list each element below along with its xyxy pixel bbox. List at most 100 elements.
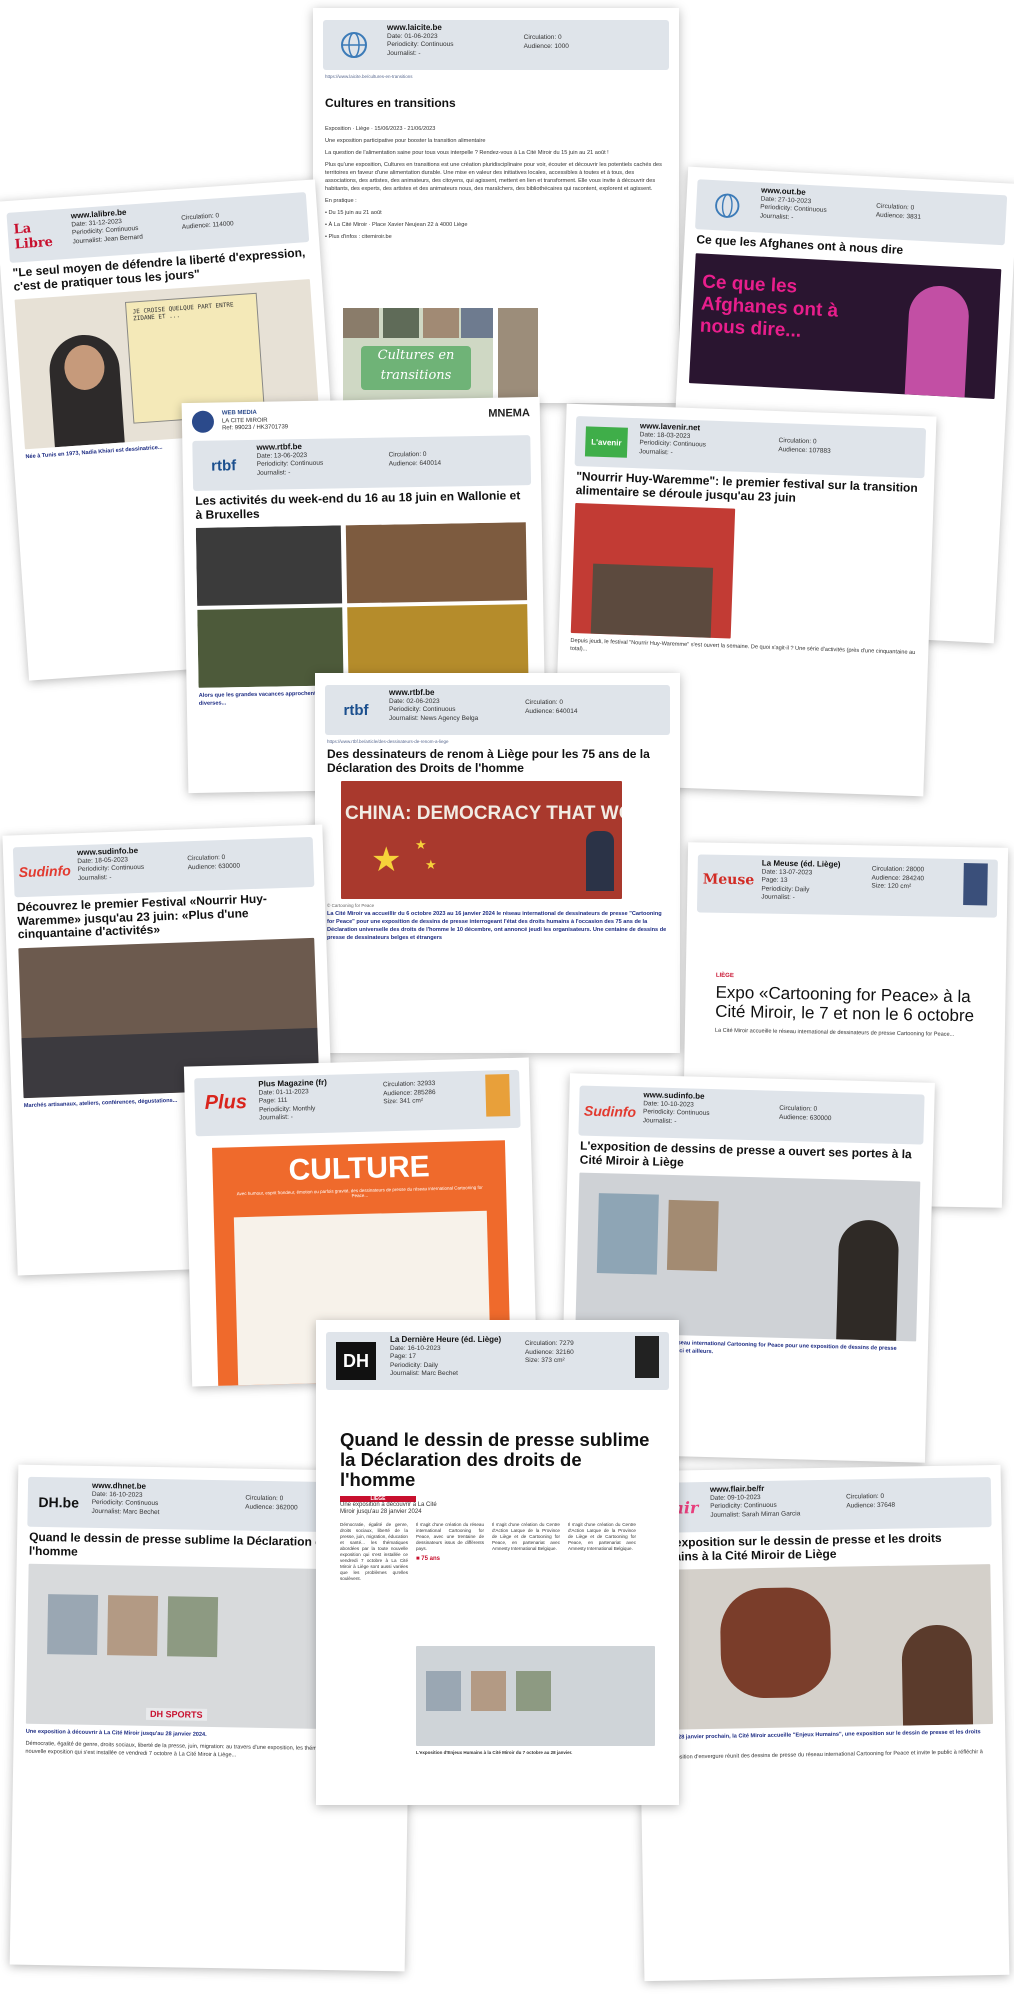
wall-text: CHINA: DEMOCRACY THAT WORKS — [345, 803, 622, 824]
clipping-circulation: Circulation: 28000 — [871, 865, 925, 874]
clipping-stats: Circulation: 0 Audience: 107883 — [778, 437, 831, 456]
lavenir-logo: L'avenir — [584, 426, 628, 458]
clipping-circulation: Circulation: 0 — [245, 1494, 284, 1503]
clipping-body: La Cité Miroir accueille le réseau inter… — [715, 1027, 975, 1040]
agency-bar: WEB MEDIA LA CITE MIROIR Ref: 99023 / HK… — [191, 403, 530, 437]
mural-photo: CHINA: DEMOCRACY THAT WORKS ★ ★ ★ — [341, 781, 622, 899]
clipping-stats: Circulation: 0 Audience: 3831 — [876, 203, 922, 222]
years-highlight: ■ 75 ans — [416, 1556, 440, 1562]
article-columns: Démocratie, égalité de genre, droits soc… — [340, 1522, 655, 1642]
clipping-circulation: Circulation: 0 — [525, 699, 564, 706]
clipping-meta: www.sudinfo.be Date: 18-05-2023 Periodic… — [77, 846, 145, 883]
article-column-3: Il s'agit d'une création du Centre d'Act… — [492, 1522, 560, 1551]
clipping-body: Depuis jeudi, le festival "Nourrir Huy-W… — [570, 637, 916, 665]
clipping-header: rtbf www.rtbf.be Date: 13-06-2023 Period… — [192, 435, 532, 491]
body-line: La Cité Miroir accueille le réseau inter… — [714, 1027, 955, 1038]
press-review-collage: { "card1": { "site": "www.laicite.be", "… — [0, 0, 1014, 1996]
client-ref: Ref: 99023 / HK3701739 — [222, 424, 289, 432]
article-column-2: Il s'agit d'une création du réseau inter… — [416, 1522, 484, 1551]
article-column-4: Il s'agit d'une création du Centre d'Act… — [568, 1522, 636, 1551]
clipping-stats: Circulation: 0 Audience: 1000 — [524, 34, 569, 51]
globe-icon — [329, 26, 379, 64]
clipping-meta: La Meuse (éd. Liège) Date: 13-07-2023 Pa… — [761, 859, 840, 904]
clipping-stats: Circulation: 0 Audience: 362000 — [245, 1495, 298, 1513]
clipping-journalist: Journalist: - — [259, 1113, 293, 1122]
clipping-meta: www.laicite.be Date: 01-06-2023 Periodic… — [387, 23, 454, 58]
globe-icon — [701, 185, 753, 226]
clipping-size: Size: 120 cm² — [871, 882, 912, 891]
lalibre-logo: La Libre — [13, 221, 54, 253]
body-line: En pratique : — [325, 197, 357, 204]
body-line: • Du 15 juin au 21 août — [325, 209, 382, 216]
sudinfo-logo: Sudinfo — [18, 862, 72, 881]
exhibition-photo — [575, 1172, 921, 1342]
clipping-size: Size: 341 cm² — [383, 1097, 424, 1106]
clipping-header: Plus Plus Magazine (fr) Date: 01-11-2023… — [194, 1069, 521, 1137]
clipping-audience: Audience: 1000 — [523, 42, 569, 50]
clipping-header: Sudinfo www.sudinfo.be Date: 10-10-2023 … — [578, 1085, 925, 1145]
clipping-journalist: Journalist: - — [387, 49, 421, 57]
photo-caption: L'exposition d'Enjeux Humains à la Cité … — [416, 1750, 573, 1755]
article-column-1: Démocratie, égalité de genre, droits soc… — [340, 1522, 408, 1581]
body-line: Plus qu'une exposition, Cultures en tran… — [325, 161, 662, 192]
clipping-title: L'exposition de dessins de presse a ouve… — [579, 1138, 912, 1169]
clipping-journalist: Journalist: - — [761, 893, 795, 902]
clipping-title: Des dessinateurs de renom à Liège pour l… — [327, 747, 650, 775]
clipping-meta: www.flair.be/fr Date: 09-10-2023 Periodi… — [710, 1484, 801, 1520]
clipping-date: Date: 01-06-2023 — [387, 32, 438, 40]
clipping-date: Date: 16-10-2023 — [390, 1344, 441, 1352]
clipping-audience: Audience: 640014 — [388, 459, 442, 468]
kicker-row: LIÈGE Une exposition à découvrir à La Ci… — [340, 1496, 655, 1518]
clipping-audience: Audience: 362000 — [245, 1503, 298, 1511]
clipping-audience: Audience: 630000 — [778, 1113, 832, 1122]
body-lead: Jusqu'au 28 janvier prochain, la Cité Mi… — [652, 1729, 981, 1749]
clipping-rtbf-dessinateurs: rtbf www.rtbf.be Date: 02-06-2023 Period… — [315, 673, 680, 1053]
dh-logo: DH — [336, 1342, 376, 1380]
clipping-circulation: Circulation: 0 — [523, 34, 562, 41]
clipping-audience: Audience: 107883 — [778, 445, 831, 455]
poster-collage-right — [498, 308, 538, 403]
poster-title: Cultures en transitions — [361, 346, 471, 390]
source-site: La Dernière Heure (éd. Liège) — [390, 1335, 502, 1344]
clipping-stats: Circulation: 0 Audience: 640014 — [389, 451, 442, 469]
clipping-audience: Audience: 32160 — [524, 1348, 574, 1356]
clipping-flair: Flair www.flair.be/fr Date: 09-10-2023 P… — [635, 1464, 1010, 1982]
rtbf-logo: rtbf — [343, 701, 369, 719]
clipping-stats: Circulation: 28000 Audience: 284240 Size… — [871, 865, 924, 891]
clipping-meta: www.rtbf.be Date: 02-06-2023 Periodicity… — [389, 688, 479, 723]
source-site: Plus Magazine (fr) — [258, 1077, 327, 1089]
clipping-journalist: Journalist: Marc Bechet — [91, 1507, 160, 1516]
clipping-header: Meuse La Meuse (éd. Liège) Date: 13-07-2… — [696, 854, 998, 918]
clipping-journalist: Journalist: Sarah Mirran Garcia — [710, 1509, 801, 1519]
page-thumbnail — [485, 1074, 511, 1117]
poster-text: Ce que les Afghanes ont à nous dire... — [699, 271, 839, 342]
clipping-body: La Cité Miroir va accueillir du 6 octobr… — [327, 910, 668, 942]
mnema-brand: MNEMA — [488, 407, 530, 420]
clipping-periodicity: Periodicity: Daily — [390, 1361, 439, 1369]
clipping-periodicity: Periodicity: Continuous — [256, 459, 324, 468]
dh-logo: DH.be — [38, 1493, 80, 1511]
clipping-meta: Plus Magazine (fr) Date: 01-11-2023 Page… — [258, 1077, 328, 1123]
sculpture-photo — [649, 1564, 994, 1730]
clipping-stats: Circulation: 0 Audience: 630000 — [187, 853, 240, 872]
photo-caption: © Cartooning for Peace — [327, 903, 375, 908]
clipping-title: Une exposition sur le dessin de presse e… — [648, 1530, 942, 1564]
article-standfirst: Une exposition à découvrir à La Cité Mir… — [340, 1502, 437, 1515]
clipping-stats: Circulation: 0 Audience: 114000 — [181, 211, 234, 232]
clipping-meta: www.rtbf.be Date: 13-06-2023 Periodicity… — [256, 442, 324, 478]
clipping-header: Flair www.flair.be/fr Date: 09-10-2023 P… — [645, 1477, 992, 1534]
poster-collage: Cultures en transitions — [343, 308, 493, 403]
clipping-header: www.laicite.be Date: 01-06-2023 Periodic… — [323, 20, 669, 70]
clipping-page: Page: 17 — [390, 1353, 417, 1360]
clipping-url: https://www.rtbf.be/article/des-dessinat… — [327, 739, 449, 744]
exhibition-photo — [416, 1646, 655, 1746]
clipping-journalist: Journalist: Marc Bechet — [390, 1370, 458, 1377]
lameuse-logo: Meuse — [702, 871, 755, 889]
clipping-title: Expo «Cartooning for Peace» à la Cité Mi… — [715, 982, 975, 1026]
clipping-date: Date: 02-06-2023 — [389, 697, 440, 705]
clipping-journalist: Journalist: News Agency Belga — [389, 714, 479, 722]
clipping-stats: Circulation: 0 Audience: 37648 — [846, 1493, 895, 1511]
clipping-meta: www.dhnet.be Date: 16-10-2023 Periodicit… — [91, 1481, 161, 1517]
clipping-periodicity: Periodicity: Continuous — [387, 41, 454, 48]
clipping-title: Les activités du week-end du 16 au 18 ju… — [195, 488, 521, 522]
